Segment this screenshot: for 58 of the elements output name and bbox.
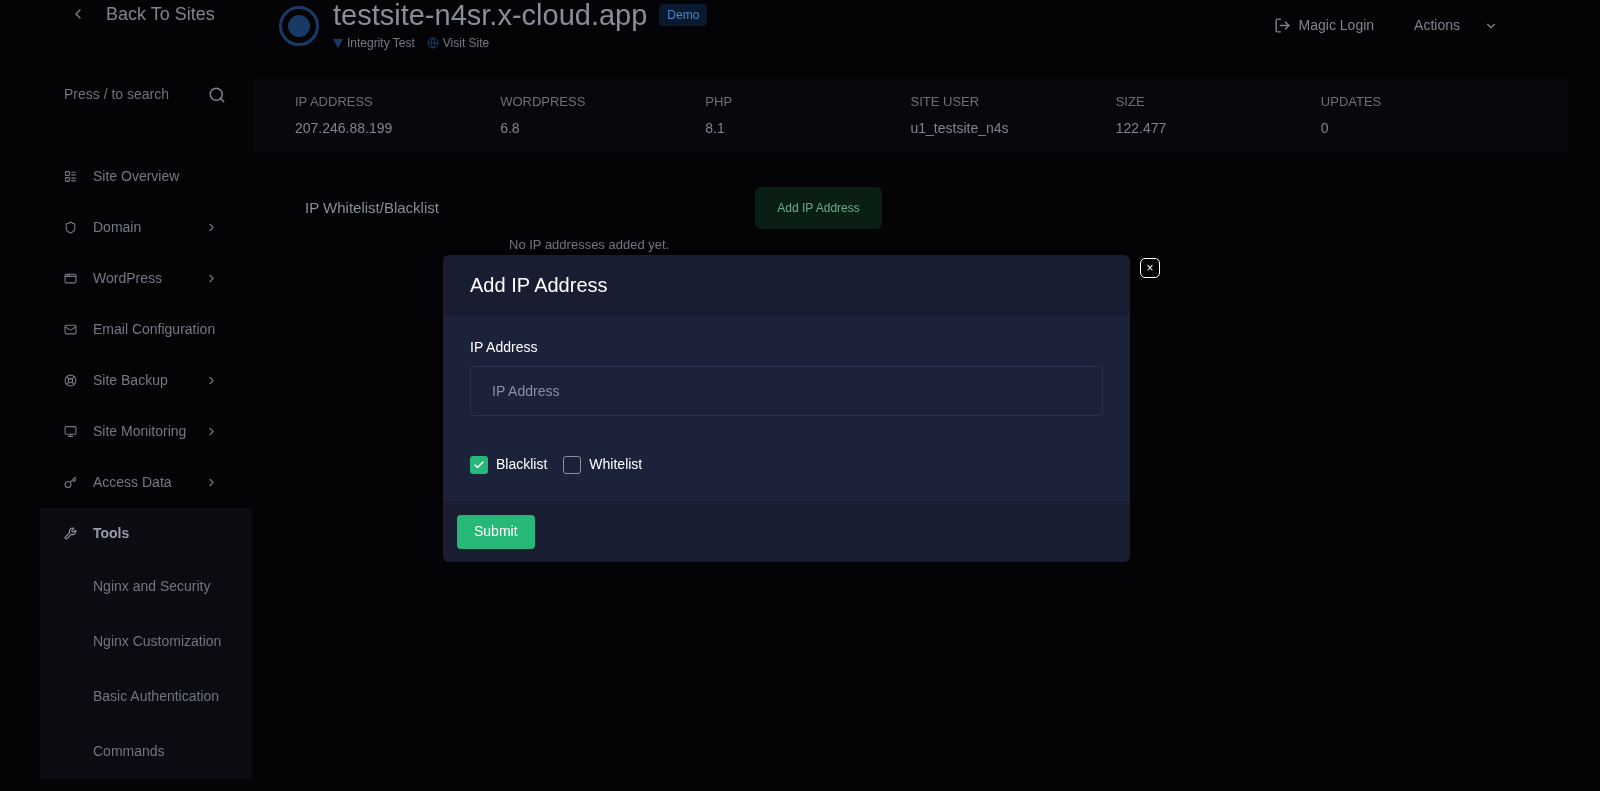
submenu-item[interactable]: Nginx Customization (40, 614, 252, 669)
section-title: IP Whitelist/Blacklist (305, 197, 440, 218)
integrity-test-link[interactable]: Integrity Test (333, 34, 415, 52)
stat-label: SITE USER (910, 93, 981, 111)
sidebar-item[interactable]: Tools (40, 508, 252, 559)
search-field[interactable]: Press / to search (64, 84, 194, 105)
shield-icon (64, 221, 77, 234)
v-logo-icon (333, 38, 343, 48)
sidebar-item[interactable]: Domain (0, 202, 252, 253)
stat-value: 8.1 (705, 118, 726, 138)
stat-label: WORDPRESS (500, 93, 587, 111)
submit-button[interactable]: Submit (457, 514, 535, 549)
wrench-icon (64, 527, 77, 540)
checkbox[interactable] (563, 455, 582, 474)
submenu-item[interactable]: Nginx and Security (40, 559, 252, 614)
sidebar-item[interactable]: WordPress (0, 253, 252, 304)
checkbox-label: Blacklist (496, 455, 548, 474)
mail-icon (64, 323, 77, 336)
submenu-item[interactable]: Basic Authentication (40, 669, 252, 724)
sidebar-item[interactable]: Site Overview (0, 151, 252, 202)
stat-label: PHP (705, 93, 734, 111)
check-icon (473, 458, 485, 471)
window-icon (64, 272, 77, 285)
empty-message: No IP addresses added yet. (509, 237, 671, 252)
sidebar-item[interactable]: Email Configuration (0, 304, 252, 355)
stat-label: SIZE (1115, 93, 1146, 111)
checkbox-label: Whitelist (589, 455, 643, 474)
stat-label: UPDATES (1320, 93, 1383, 111)
close-button[interactable]: × (1140, 258, 1160, 278)
lifebuoy-icon (64, 374, 77, 387)
globe-icon (426, 37, 439, 49)
add-ip-button[interactable]: Add IP Address (755, 187, 882, 229)
magic-login-button[interactable]: Magic Login (1273, 15, 1375, 36)
submenu-item[interactable]: Commands (40, 724, 252, 779)
stat-value: u1_testsite_n4s (910, 118, 1010, 138)
visit-site-link[interactable]: Visit Site (426, 34, 490, 52)
logout-icon (1273, 17, 1291, 34)
actions-dropdown[interactable]: Actions (1414, 15, 1498, 36)
list-icon (64, 170, 77, 183)
search-icon[interactable] (208, 85, 226, 104)
modal-title: Add IP Address (470, 272, 608, 298)
field-label: IP Address (470, 338, 539, 357)
site-title: testsite-n4sr.x-cloud.app (333, 0, 648, 30)
sidebar-item[interactable]: Site Backup (0, 355, 252, 406)
key-icon (64, 476, 77, 489)
stat-value: 122.477 (1115, 118, 1168, 138)
stat-value: 207.246.88.199 (295, 118, 394, 138)
monitor-icon (64, 425, 77, 438)
demo-badge: Demo (659, 4, 708, 26)
ip-address-field[interactable]: IP Address (470, 366, 1103, 416)
stat-value: 6.8 (500, 118, 521, 138)
back-link[interactable]: Back To Sites (0, 0, 252, 24)
stat-label: IP ADDRESS (295, 93, 374, 111)
wordpress-logo (279, 6, 319, 46)
sidebar-item[interactable]: Access Data (0, 457, 252, 508)
stat-value: 0 (1320, 118, 1330, 138)
checkbox[interactable] (470, 455, 488, 474)
sidebar-item[interactable]: Site Monitoring (0, 406, 252, 457)
